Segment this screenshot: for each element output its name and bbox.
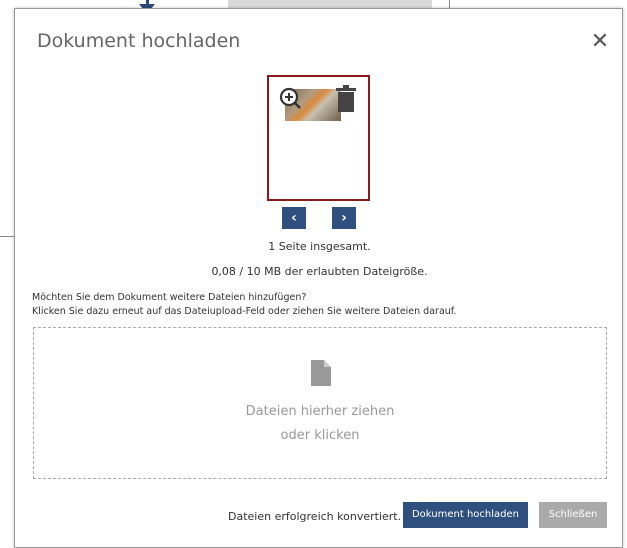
background-bar [228, 0, 432, 8]
upload-dialog: Dokument hochladen ✕ ‹ › 1 Seite insgesa… [14, 8, 623, 548]
previous-page-button[interactable]: ‹ [282, 207, 306, 229]
add-files-hint-instruction: Klicken Sie dazu erneut auf das Dateiupl… [32, 306, 457, 317]
close-icon[interactable]: ✕ [589, 31, 611, 53]
close-button[interactable]: Schließen [539, 502, 607, 528]
page-thumbnail[interactable] [267, 75, 370, 201]
dialog-title: Dokument hochladen [37, 30, 241, 52]
trash-icon[interactable] [335, 85, 357, 113]
add-files-hint-question: Möchten Sie dem Dokument weitere Dateien… [32, 292, 307, 303]
upload-document-button[interactable]: Dokument hochladen [403, 502, 528, 528]
page-count-text: 1 Seite insgesamt. [268, 240, 371, 253]
next-page-button[interactable]: › [332, 207, 356, 229]
file-icon [311, 360, 331, 386]
zoom-in-icon[interactable] [279, 87, 301, 109]
dropzone-label: Dateien hierher ziehen [245, 404, 395, 419]
conversion-status: Dateien erfolgreich konvertiert. [228, 510, 402, 523]
dropzone-sublabel: oder klicken [280, 428, 360, 443]
file-dropzone[interactable]: Dateien hierher ziehen oder klicken [33, 327, 607, 479]
file-size-text: 0,08 / 10 MB der erlaubten Dateigröße. [211, 265, 428, 278]
